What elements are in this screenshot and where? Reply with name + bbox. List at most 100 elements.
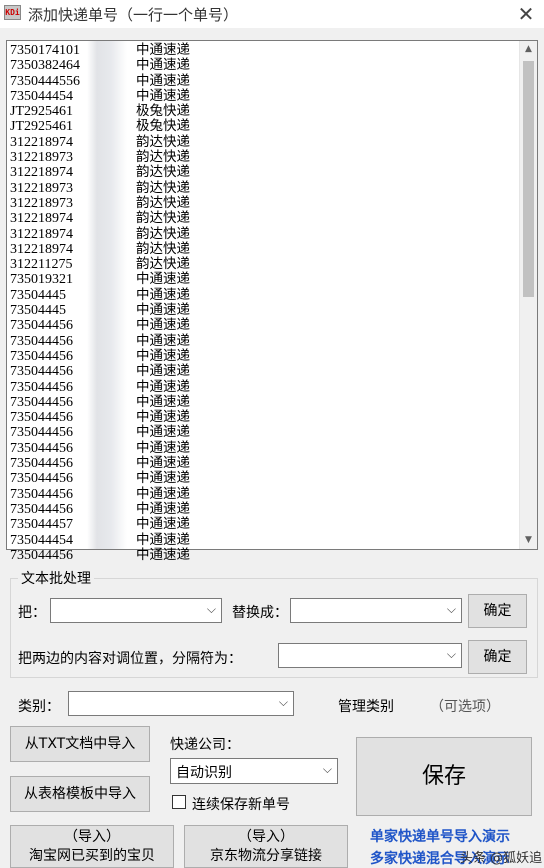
single-import-demo-link[interactable]: 单家快递单号导入演示 xyxy=(370,826,510,846)
carrier-name: 韵达快递 xyxy=(136,149,190,166)
carrier-name: 韵达快递 xyxy=(136,194,190,211)
tracking-number: 735044456 xyxy=(10,456,73,472)
replace-to-label: 替换成： xyxy=(232,605,288,621)
tracking-number: 7350444556 xyxy=(10,73,80,89)
import-jd-button[interactable]: （导入） 京东物流分享链接 xyxy=(184,825,348,868)
confirm-swap-button[interactable]: 确定 xyxy=(468,640,527,674)
tracking-number: 735044456 xyxy=(10,348,73,364)
save-button[interactable]: 保存 xyxy=(356,737,532,816)
tracking-number: 735044456 xyxy=(10,471,73,487)
tracking-number: 73504445 xyxy=(10,287,66,303)
close-button[interactable]: ✕ xyxy=(512,1,540,27)
vertical-scrollbar[interactable]: ▲ ▼ xyxy=(519,41,537,549)
category-label: 类别： xyxy=(18,699,60,715)
carrier-name: 中通速递 xyxy=(136,409,190,426)
tracking-number: 735044456 xyxy=(10,501,73,517)
carrier-name: 中通速递 xyxy=(136,500,190,517)
carrier-name: 中通速递 xyxy=(136,57,190,74)
import-jd-line1: （导入） xyxy=(238,829,294,845)
carrier-name: 极兔快递 xyxy=(136,118,190,135)
carrier-name: 中通速递 xyxy=(136,439,190,456)
app-icon: KDi xyxy=(4,5,21,20)
confirm-replace-button[interactable]: 确定 xyxy=(468,594,527,628)
tracking-number: 312211275 xyxy=(10,257,73,273)
tracking-number: JT2925461 xyxy=(10,104,73,120)
carrier-name: 中通速递 xyxy=(136,302,190,319)
chevron-down-icon: ⌵ xyxy=(322,762,332,776)
carrier-name: 中通速递 xyxy=(136,470,190,487)
scroll-up-icon[interactable]: ▲ xyxy=(520,41,537,58)
carrier-name: 韵达快递 xyxy=(136,225,190,242)
carrier-name: 中通速递 xyxy=(136,87,190,104)
category-combo[interactable]: ⌵ xyxy=(68,691,294,716)
tracking-number: 312218973 xyxy=(10,180,73,196)
tracking-numbers-textarea[interactable]: 7350174101 中通速递 7350382464 中通速递 7350444556 中通… xyxy=(6,40,538,563)
scroll-thumb[interactable] xyxy=(523,61,534,297)
carrier-name: 中通速递 xyxy=(136,531,190,548)
manage-category-link[interactable]: 管理类别 xyxy=(338,696,394,716)
continuous-save-checkbox[interactable] xyxy=(172,795,186,809)
replace-from-combo[interactable]: ⌵ xyxy=(50,598,222,623)
company-label: 快递公司： xyxy=(170,737,240,753)
carrier-name: 极兔快递 xyxy=(136,103,190,120)
privacy-blur xyxy=(87,41,127,549)
tracking-number: 735044456 xyxy=(10,379,73,395)
carrier-name: 韵达快递 xyxy=(136,240,190,257)
tracking-number: 312218974 xyxy=(10,134,73,150)
batch-group-title: 文本批处理 xyxy=(18,568,94,588)
carrier-name: 中通速递 xyxy=(136,455,190,472)
import-jd-line2: 京东物流分享链接 xyxy=(210,848,322,864)
tracking-number: 312218973 xyxy=(10,195,73,211)
carrier-name: 韵达快递 xyxy=(136,133,190,150)
import-taobao-line1: （导入） xyxy=(64,829,120,845)
tracking-number: 735044456 xyxy=(10,410,73,426)
tracking-number: 735044456 xyxy=(10,364,73,380)
carrier-name: 中通速递 xyxy=(136,378,190,395)
import-table-button[interactable]: 从表格模板中导入 xyxy=(10,776,150,812)
carrier-name: 中通速递 xyxy=(136,286,190,303)
chevron-down-icon: ⌵ xyxy=(278,695,288,709)
chevron-down-icon: ⌵ xyxy=(206,602,216,616)
carrier-name: 中通速递 xyxy=(136,363,190,380)
tracking-number: 735019321 xyxy=(10,272,73,288)
tracking-number: 735044456 xyxy=(10,440,73,456)
import-taobao-button[interactable]: （导入） 淘宝网已买到的宝贝 xyxy=(10,825,174,868)
tracking-number: 312218974 xyxy=(10,226,73,242)
carrier-name: 韵达快递 xyxy=(136,164,190,181)
carrier-name: 中通速递 xyxy=(136,42,190,58)
tracking-number: JT2925461 xyxy=(10,119,73,135)
carrier-name: 中通速递 xyxy=(136,485,190,502)
tracking-number: 312218974 xyxy=(10,165,73,181)
tracking-number: 735044454 xyxy=(10,88,73,104)
carrier-name: 中通速递 xyxy=(136,546,190,563)
company-selected-value: 自动识别 xyxy=(176,765,232,781)
tracking-number: 312218974 xyxy=(10,241,73,257)
replace-to-combo[interactable]: ⌵ xyxy=(290,598,462,623)
tracking-number: 735044456 xyxy=(10,318,73,334)
optional-label: （可选项） xyxy=(430,699,500,715)
import-taobao-line2: 淘宝网已买到的宝贝 xyxy=(29,848,155,864)
company-combo[interactable]: 自动识别 ⌵ xyxy=(170,758,338,784)
import-txt-button[interactable]: 从TXT文档中导入 xyxy=(10,726,150,762)
tracking-number: 735044456 xyxy=(10,425,73,441)
carrier-name: 韵达快递 xyxy=(136,256,190,273)
chevron-down-icon: ⌵ xyxy=(446,602,456,616)
swap-label: 把两边的内容对调位置，分隔符为： xyxy=(18,651,242,667)
tracking-number: 735044456 xyxy=(10,394,73,410)
carrier-name: 中通速递 xyxy=(136,393,190,410)
replace-from-label: 把： xyxy=(18,605,46,621)
carrier-name: 中通速递 xyxy=(136,271,190,288)
separator-combo[interactable]: ⌵ xyxy=(278,643,462,668)
scroll-down-icon[interactable]: ▼ xyxy=(520,532,537,549)
tracking-number: 735044456 xyxy=(10,547,73,563)
tracking-number: 312218974 xyxy=(10,211,73,227)
carrier-name: 中通速递 xyxy=(136,317,190,334)
carrier-name: 韵达快递 xyxy=(136,210,190,227)
window-title: 添加快递单号（一行一个单号） xyxy=(28,6,239,24)
tracking-number: 73504445 xyxy=(10,303,66,319)
carrier-name: 中通速递 xyxy=(136,347,190,364)
tracking-number: 735044456 xyxy=(10,333,73,349)
carrier-name: 中通速递 xyxy=(136,516,190,533)
continuous-save-label: 连续保存新单号 xyxy=(192,797,290,813)
tracking-number: 735044457 xyxy=(10,517,73,533)
